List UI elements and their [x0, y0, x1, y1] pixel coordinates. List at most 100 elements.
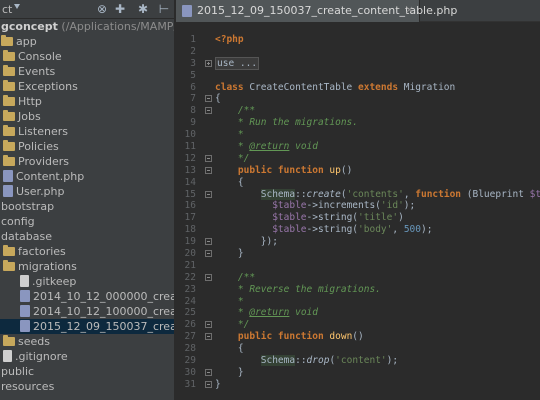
code-line[interactable]: Schema::drop('content');: [215, 355, 540, 367]
code-token: Schema: [260, 188, 296, 200]
code-line[interactable]: [215, 46, 540, 58]
collapse-fold-icon[interactable]: [205, 166, 212, 174]
tree-item[interactable]: .gitkeep: [0, 274, 174, 289]
tree-item[interactable]: bootstrap: [0, 199, 174, 214]
tree-item[interactable]: Console: [0, 49, 174, 64]
expand-fold-icon[interactable]: [205, 59, 212, 67]
settings-icon[interactable]: ✱: [136, 2, 150, 16]
code-line[interactable]: <?php: [215, 34, 540, 46]
code-line[interactable]: $table->string('title'): [215, 212, 540, 224]
code-token: (Blueprint: [466, 188, 530, 200]
code-line[interactable]: $table->increments('id');: [215, 200, 540, 212]
tree-item[interactable]: Listeners: [0, 124, 174, 139]
tree-item[interactable]: migrations: [0, 259, 174, 274]
code-line[interactable]: $table->string('body', 500);: [215, 224, 540, 236]
tree-item[interactable]: Events: [0, 64, 174, 79]
code-line[interactable]: public function up(): [215, 165, 540, 177]
collapse-fold-icon[interactable]: [205, 107, 212, 115]
tree-item[interactable]: 2014_10_12_000000_create_: [0, 289, 174, 304]
tree-item[interactable]: Content.php: [0, 169, 174, 184]
fold-row: [204, 165, 214, 177]
fold-row: [204, 82, 214, 94]
project-path: (/Applications/MAMP/htdoc: [61, 20, 174, 33]
tree-item[interactable]: database: [0, 229, 174, 244]
tree-item[interactable]: .gitignore: [0, 349, 174, 364]
fold-row: [204, 212, 214, 224]
tree-item[interactable]: resources: [0, 379, 174, 394]
gear-with-x-icon[interactable]: ⊗: [95, 2, 109, 16]
code-line[interactable]: Schema::create('contents', function (Blu…: [215, 188, 540, 201]
code-line[interactable]: *: [215, 296, 540, 308]
tree-item[interactable]: app: [0, 34, 174, 49]
tree-item-label: gconcept: [1, 20, 58, 33]
code-line[interactable]: * @return void: [215, 307, 540, 319]
fold-row: [204, 189, 214, 201]
code-line[interactable]: }: [215, 367, 540, 379]
fold-row: [204, 117, 214, 129]
code-token: );: [403, 200, 416, 212]
collapse-fold-icon[interactable]: [205, 154, 212, 162]
code-line[interactable]: */: [215, 153, 540, 165]
code-line[interactable]: [215, 70, 540, 82]
tree-item[interactable]: Providers: [0, 154, 174, 169]
line-number: 27: [184, 331, 196, 343]
editor-tab[interactable]: 2015_12_09_150037_create_content_table.p…: [176, 0, 457, 22]
tree-item[interactable]: config: [0, 214, 174, 229]
code-line[interactable]: class CreateContentTable extends Migrati…: [215, 82, 540, 94]
tree-item[interactable]: factories: [0, 244, 174, 259]
tree-item[interactable]: Exceptions: [0, 79, 174, 94]
folded-code-block[interactable]: use ...: [215, 56, 260, 70]
fold-row: [204, 70, 214, 82]
collapse-fold-icon[interactable]: [205, 380, 212, 388]
tree-item[interactable]: Jobs: [0, 109, 174, 124]
collapse-fold-icon[interactable]: [205, 238, 212, 246]
tree-item[interactable]: seeds: [0, 334, 174, 349]
code-line[interactable]: }: [215, 248, 540, 260]
collapse-fold-icon[interactable]: [205, 250, 212, 258]
code-line[interactable]: /**: [215, 105, 540, 117]
code-line[interactable]: public function down(): [215, 331, 540, 343]
tree-item[interactable]: 2015_12_09_150037_create_: [0, 319, 174, 334]
code-token: void: [289, 141, 318, 153]
code-line[interactable]: {: [215, 343, 540, 355]
code-token: ->: [306, 212, 318, 224]
hide-icon[interactable]: ⊢: [157, 2, 171, 16]
tree-item[interactable]: gconcept (/Applications/MAMP/htdoc: [0, 19, 174, 34]
code-line[interactable]: }: [215, 379, 540, 391]
collapse-fold-icon[interactable]: [205, 321, 212, 329]
code-line[interactable]: *: [215, 129, 540, 141]
code-line[interactable]: */: [215, 319, 540, 331]
collapse-fold-icon[interactable]: [205, 333, 212, 341]
line-number: 11: [184, 141, 196, 153]
collapse-fold-icon[interactable]: [205, 95, 212, 103]
code-area[interactable]: <?php use ... class CreateContentTable ext…: [215, 34, 540, 391]
code-editor[interactable]: 2015_12_09_150037_create_content_table.p…: [176, 0, 540, 400]
code-line[interactable]: * Run the migrations.: [215, 117, 540, 129]
code-line[interactable]: [215, 260, 540, 272]
code-line[interactable]: {: [215, 177, 540, 189]
tree-item[interactable]: 2014_10_12_100000_create_: [0, 304, 174, 319]
project-view-dropdown[interactable]: ct: [2, 3, 12, 16]
fold-row: [204, 355, 214, 367]
tree-item[interactable]: Policies: [0, 139, 174, 154]
code-line[interactable]: /**: [215, 272, 540, 284]
code-token: {: [215, 343, 244, 355]
collapse-fold-icon[interactable]: [205, 273, 212, 281]
tree-item[interactable]: User.php: [0, 184, 174, 199]
code-line[interactable]: * @return void: [215, 141, 540, 153]
sync-icon[interactable]: ✚: [113, 2, 127, 16]
code-line[interactable]: use ...: [215, 56, 540, 70]
tree-item[interactable]: Http: [0, 94, 174, 109]
collapse-fold-icon[interactable]: [205, 190, 212, 198]
chevron-down-icon[interactable]: [14, 4, 20, 9]
collapse-fold-icon[interactable]: [205, 368, 212, 376]
fold-row: [204, 284, 214, 296]
code-line[interactable]: * Reverse the migrations.: [215, 284, 540, 296]
close-icon[interactable]: ×: [405, 3, 414, 16]
code-line[interactable]: {: [215, 93, 540, 105]
tree-item[interactable]: public: [0, 364, 174, 379]
code-line[interactable]: });: [215, 236, 540, 248]
